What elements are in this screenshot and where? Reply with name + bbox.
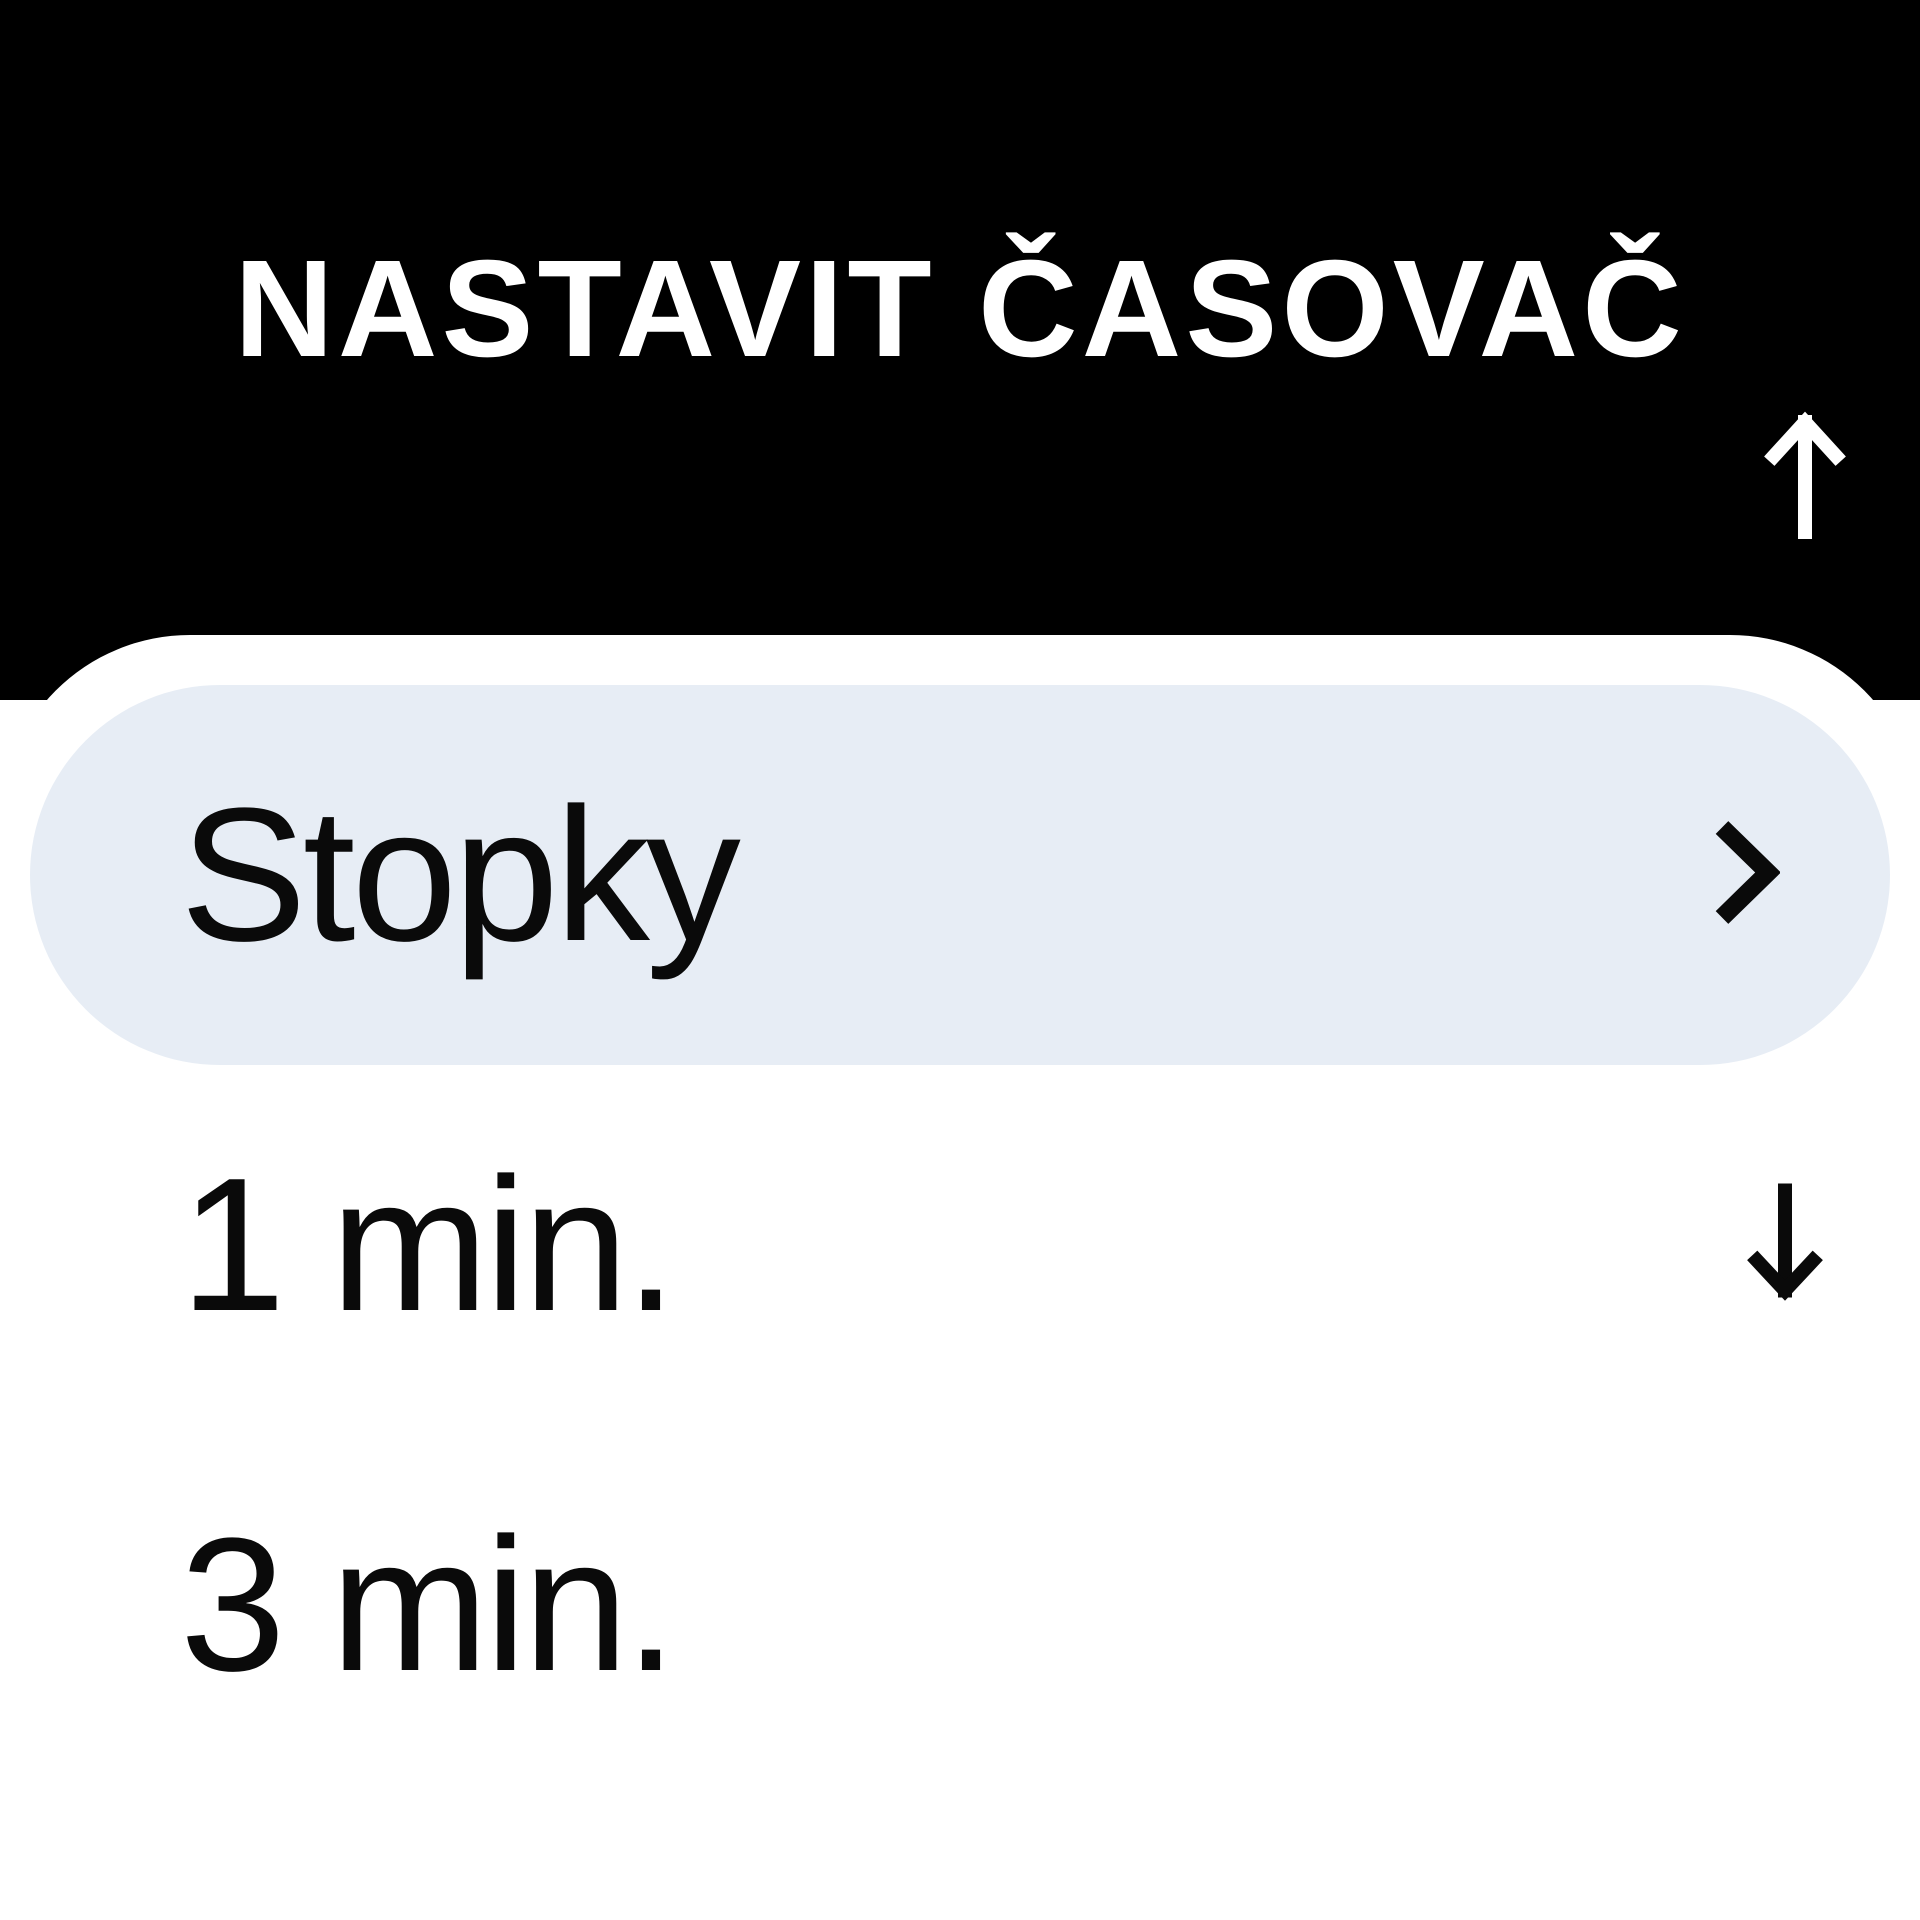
arrow-down-icon[interactable]	[1745, 1183, 1825, 1308]
list-item-3min[interactable]: 3 min.	[0, 1425, 1920, 1785]
options-sheet: Stopky 1 min. 3 min.	[0, 635, 1920, 1920]
page-title: NASTAVIT ČASOVAČ	[0, 230, 1920, 389]
list-item-label: 1 min.	[180, 1136, 673, 1354]
list-item-label: 3 min.	[180, 1496, 673, 1714]
list-item-1min[interactable]: 1 min.	[0, 1065, 1920, 1425]
list-item-stopky[interactable]: Stopky	[30, 685, 1890, 1065]
list-item-label: Stopky	[180, 766, 737, 984]
arrow-up-icon[interactable]	[1760, 410, 1850, 545]
chevron-right-icon	[1710, 813, 1780, 938]
timer-setup-screen: NASTAVIT ČASOVAČ Stopky 1 min.	[0, 0, 1920, 1920]
header: NASTAVIT ČASOVAČ	[0, 0, 1920, 700]
